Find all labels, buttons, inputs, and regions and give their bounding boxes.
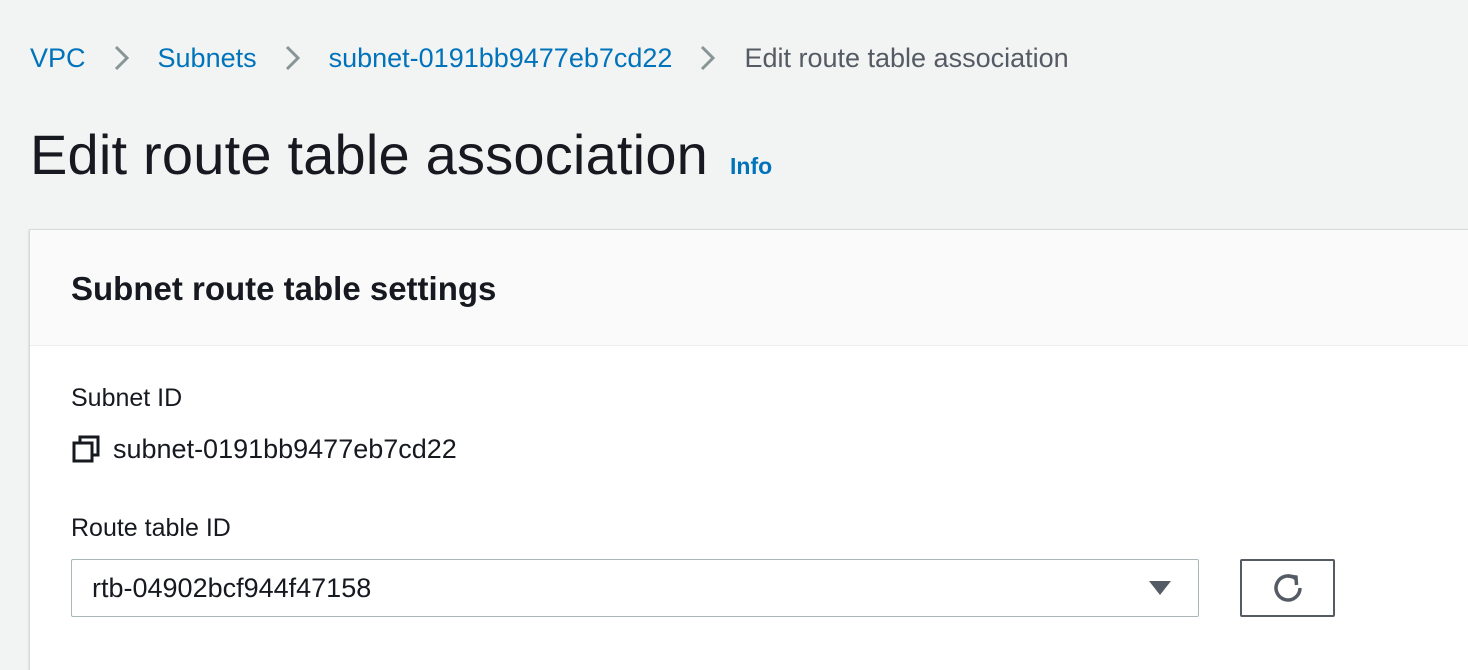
breadcrumb-vpc-link[interactable]: VPC <box>30 43 86 74</box>
caret-down-icon <box>1149 581 1171 595</box>
subnet-id-label: Subnet ID <box>71 384 183 412</box>
subnet-id-value-row: subnet-0191bb9477eb7cd22 <box>71 430 457 468</box>
breadcrumb-current: Edit route table association <box>744 42 1069 73</box>
chevron-right-icon <box>257 38 329 78</box>
page-title: Edit route table association <box>30 123 709 186</box>
copy-icon[interactable] <box>71 434 101 464</box>
breadcrumb-subnet-link[interactable]: subnet-0191bb9477eb7cd22 <box>329 43 673 74</box>
panel-heading: Subnet route table settings <box>71 269 497 307</box>
panel-header: Subnet route table settings <box>30 230 1468 346</box>
route-table-id-select[interactable]: rtb-04902bcf944f47158 <box>71 559 1199 617</box>
route-table-id-label: Route table ID <box>71 514 231 542</box>
breadcrumb-subnets-link[interactable]: Subnets <box>158 43 257 74</box>
chevron-right-icon <box>86 38 158 78</box>
subnet-route-table-settings-panel: Subnet route table settings Subnet ID su… <box>29 229 1468 670</box>
refresh-button[interactable] <box>1240 559 1335 617</box>
route-table-id-selected-value: rtb-04902bcf944f47158 <box>92 572 372 603</box>
breadcrumb: VPC Subnets subnet-0191bb9477eb7cd22 Edi… <box>30 38 1069 78</box>
page-header: Edit route table association Info <box>30 122 772 198</box>
info-link[interactable]: Info <box>730 153 772 180</box>
chevron-right-icon <box>672 38 744 78</box>
subnet-id-value: subnet-0191bb9477eb7cd22 <box>113 433 457 464</box>
refresh-icon <box>1273 574 1302 602</box>
